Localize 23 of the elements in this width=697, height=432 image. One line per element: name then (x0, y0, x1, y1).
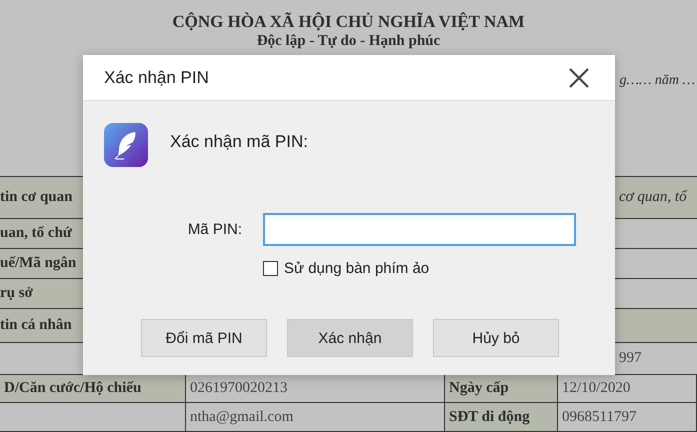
document-title: CỘNG HÒA XÃ HỘI CHỦ NGHĨA VIỆT NAM (171, 12, 526, 32)
table-cell: cơ quan, tổ (615, 177, 697, 218)
pin-input-field[interactable] (263, 213, 576, 246)
table-cell: rụ sở (0, 279, 83, 308)
table-cell: uế/Mã ngân (0, 249, 83, 278)
pin-label: Mã PIN: (186, 221, 243, 238)
table-cell: tin cá nhân (0, 309, 83, 342)
table-cell: uan, tổ chứ (0, 219, 83, 248)
dialog-button[interactable]: Hủy bỏ (433, 319, 559, 357)
dialog-heading: Xác nhận mã PIN: (170, 132, 308, 152)
close-icon[interactable] (568, 66, 590, 88)
table-cell: D/Căn cước/Hộ chiếu (0, 375, 186, 402)
table-cell: tin cơ quan (0, 177, 83, 218)
dialog-button[interactable]: Đổi mã PIN (141, 319, 267, 357)
checkbox-label: Sử dụng bàn phím ảo (284, 260, 430, 277)
document-subtitle: Độc lập - Tự do - Hạnh phúc (256, 32, 442, 50)
checkbox[interactable] (263, 261, 278, 276)
feather-icon (104, 123, 148, 167)
dialog-title: Xác nhận PIN (104, 68, 209, 88)
date-line: g…… năm … (620, 72, 695, 90)
dialog-button[interactable]: Xác nhận (287, 319, 413, 357)
table-cell: Ngày cấp (445, 375, 558, 402)
table-cell: SĐT di động (445, 403, 558, 431)
